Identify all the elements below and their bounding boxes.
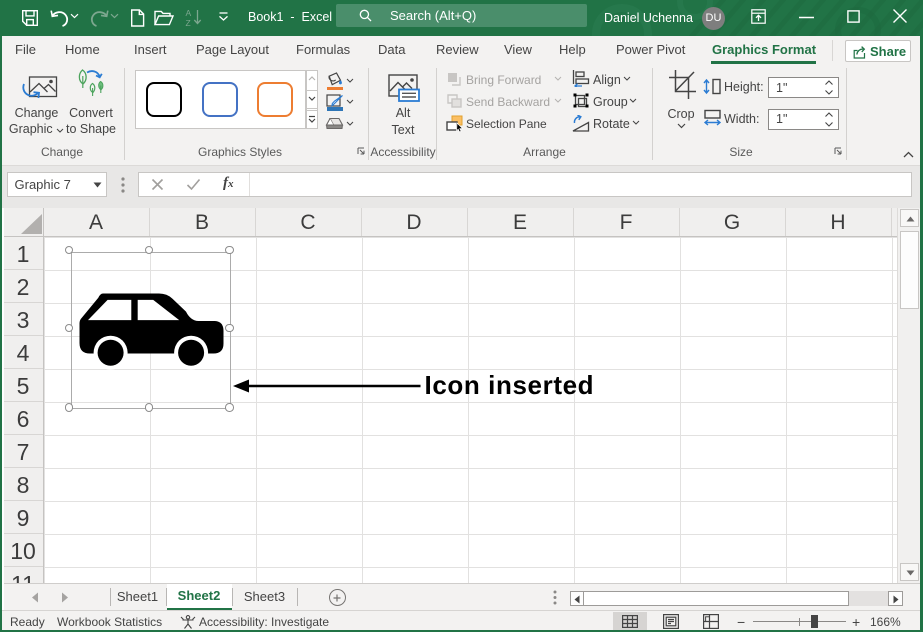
svg-text:A: A [186,8,192,18]
svg-text:Z: Z [186,18,191,27]
